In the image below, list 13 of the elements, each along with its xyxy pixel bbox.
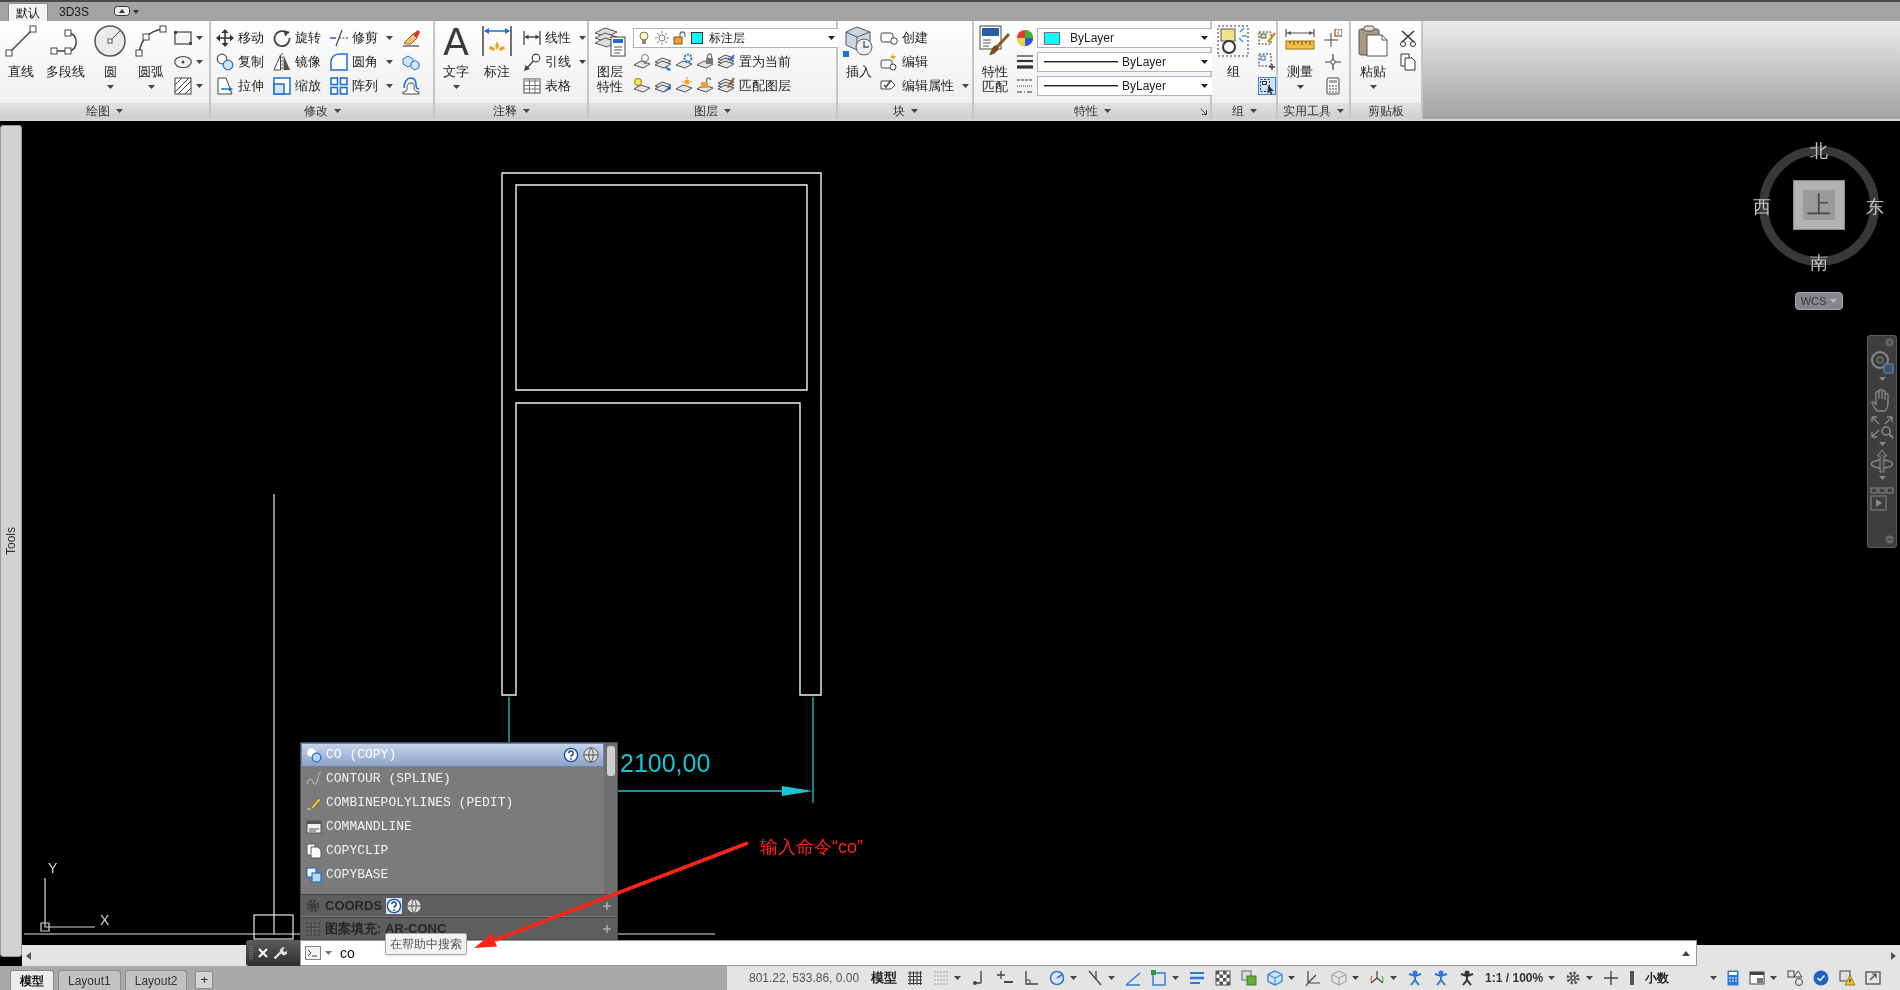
compass-label: 西 — [1752, 196, 1772, 218]
dimension-text: 2100,00 — [620, 749, 711, 777]
annotation-text: 输入命令“co” — [760, 836, 863, 859]
axis-label: X — [100, 912, 110, 928]
compass-label: 南 — [1809, 252, 1829, 274]
tooltip: 在帮助中搜索 — [385, 933, 467, 955]
palette-title: Tools — [3, 527, 19, 555]
letter-icon: A — [443, 25, 469, 59]
coordinates-readout: 801.22, 533.86, 0.00 — [749, 970, 860, 987]
compass-label: 北 — [1809, 140, 1829, 162]
axis-label: Y — [48, 860, 58, 876]
compass-label: 东 — [1865, 196, 1885, 218]
panel-title: 剪贴板 — [1351, 103, 1421, 119]
